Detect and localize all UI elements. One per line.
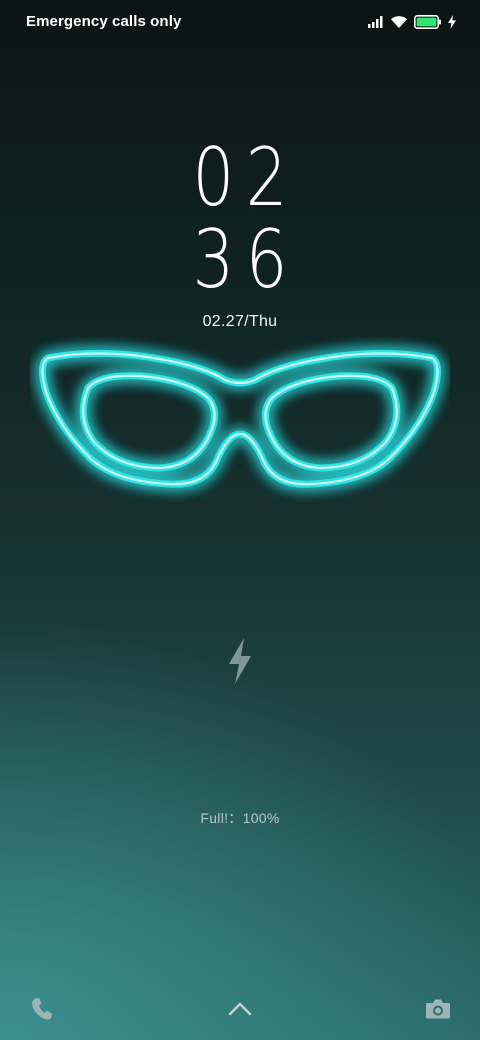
lightning-bolt-icon: [229, 638, 251, 684]
lock-date: 02.27/Thu: [202, 313, 278, 330]
clock-minutes: 36: [192, 213, 299, 306]
camera-icon[interactable]: [424, 996, 452, 1022]
carrier-status-text: Emergency calls only: [26, 13, 182, 30]
clock-hours: 02: [192, 131, 299, 224]
wifi-icon: [391, 16, 407, 28]
glasses-outer-frame: [39, 349, 441, 488]
neon-glasses-illustration: [39, 349, 441, 488]
status-bar: Emergency calls only: [0, 0, 480, 44]
phone-icon[interactable]: [30, 996, 54, 1022]
battery-icon: [414, 15, 441, 29]
charging-bolt-icon: [448, 15, 456, 29]
status-icons: [368, 13, 456, 31]
charging-status-text: Full!：100%: [200, 810, 280, 826]
signal-icon: [368, 16, 383, 28]
chevron-up-icon[interactable]: [226, 996, 254, 1022]
